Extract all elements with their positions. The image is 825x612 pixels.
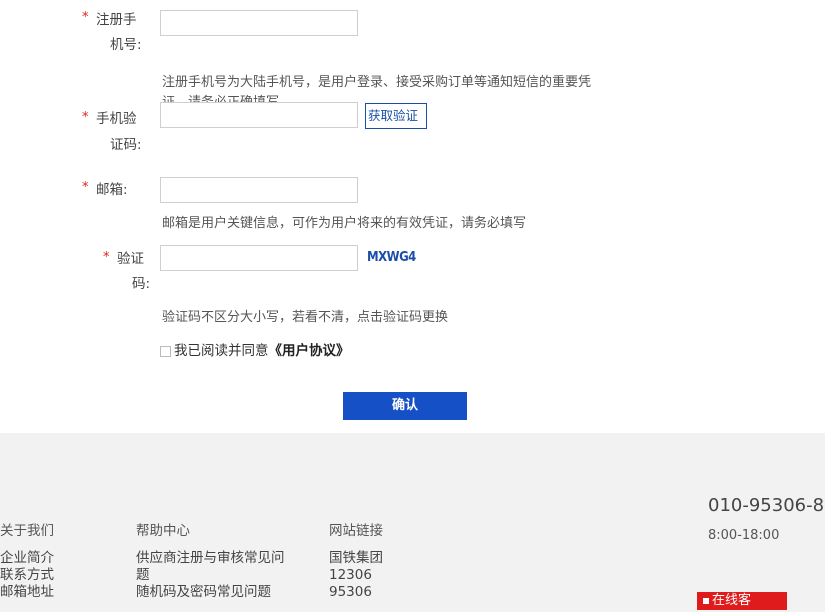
agreement-checkbox[interactable] [160,346,171,357]
sms-label-line2: 证码: [110,137,142,153]
footer-link-company[interactable]: 企业简介 [0,550,54,567]
captcha-image[interactable]: MXWG4 [367,250,416,265]
required-mark: * [103,250,110,265]
online-service-button[interactable]: 在线客 [697,592,787,610]
phone-label-line2: 机号: [110,37,142,53]
footer-link-contact[interactable]: 联系方式 [0,567,54,584]
sms-label-line1: 手机验 [96,111,137,127]
footer: 关于我们 企业简介 联系方式 邮箱地址 帮助中心 供应商注册与审核常见问 题 随… [0,433,825,612]
captcha-hint: 验证码不区分大小写，若看不清，点击验证码更换 [162,310,449,325]
footer-help: 帮助中心 供应商注册与审核常见问 题 随机码及密码常见问题 [136,523,336,601]
confirm-button[interactable]: 确认 [343,392,467,420]
get-sms-code-button[interactable]: 获取验证 [365,103,427,129]
footer-link-supplier-faq[interactable]: 供应商注册与审核常见问 题 [136,550,336,584]
captcha-label-line1: 验证 [117,251,144,267]
footer-sites-heading: 网站链接 [329,523,383,539]
footer-link-12306[interactable]: 12306 [329,567,383,584]
phone-hint-line1: 注册手机号为大陆手机号，是用户登录、接受采购订单等通知短信的重要凭 [162,75,592,90]
footer-about-heading: 关于我们 [0,523,54,539]
service-phone: 010-95306-8 [708,495,825,516]
agreement-text: 我已阅读并同意《用户协议》 [174,339,350,359]
email-hint: 邮箱是用户关键信息，可作为用户将来的有效凭证，请务必填写 [162,216,527,231]
footer-link-email[interactable]: 邮箱地址 [0,584,54,601]
footer-about: 关于我们 企业简介 联系方式 邮箱地址 [0,523,54,601]
service-hours: 8:00-18:00 [708,528,780,543]
sms-code-input[interactable] [160,102,358,128]
footer-link-supplier-faq-line1: 供应商注册与审核常见问 [136,550,285,566]
email-label: 邮箱: [96,182,128,198]
captcha-label-line2: 码: [132,276,151,292]
phone-input[interactable] [160,10,358,36]
footer-sites: 网站链接 国铁集团 12306 95306 [329,523,383,601]
footer-link-95306[interactable]: 95306 [329,584,383,601]
footer-help-heading: 帮助中心 [136,523,190,539]
required-mark: * [82,180,89,195]
online-service-label: 在线客 [712,593,752,608]
email-input[interactable] [160,177,358,203]
required-mark: * [82,110,89,125]
phone-label-line1: 注册手 [96,12,137,28]
required-mark: * [82,10,89,25]
user-agreement-link[interactable]: 《用户协议》 [269,343,350,359]
footer-link-password-faq[interactable]: 随机码及密码常见问题 [136,584,336,601]
footer-link-supplier-faq-line2: 题 [136,567,150,583]
chat-icon [703,597,709,604]
agreement-prefix: 我已阅读并同意 [174,343,269,359]
footer-link-china-railway[interactable]: 国铁集团 [329,550,383,567]
captcha-input[interactable] [160,245,358,271]
